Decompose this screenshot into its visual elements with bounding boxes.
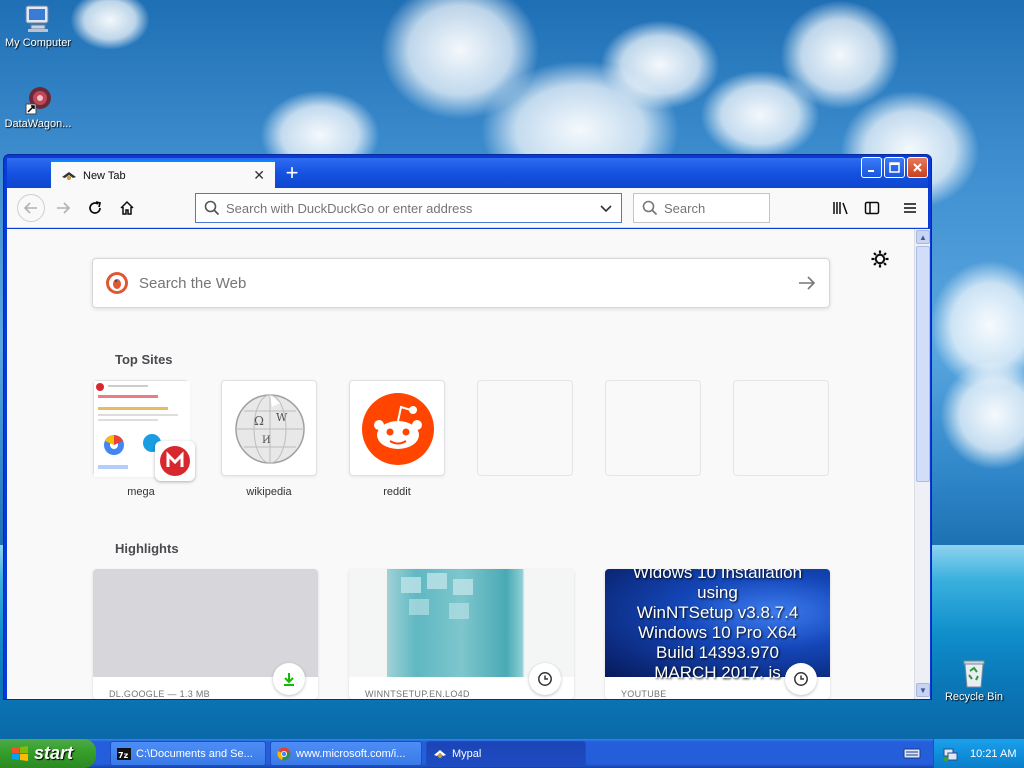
highlight-thumbnail: Widows 10 Installation using WinNTSetup …: [605, 569, 830, 682]
chrome-icon: [277, 747, 291, 761]
taskbar: start 7z C:\Documents and Se... www.micr…: [0, 739, 1024, 768]
network-icon[interactable]: [942, 746, 958, 762]
sidebar-toggle-button[interactable]: [858, 194, 886, 222]
minimize-button[interactable]: [861, 157, 882, 178]
mega-logo-icon: [155, 441, 195, 481]
desktop-icon-label: DataWagon...: [4, 118, 72, 130]
scroll-thumb[interactable]: [916, 246, 930, 482]
highlights-heading: Highlights: [115, 541, 179, 556]
mypal-icon: [433, 747, 447, 761]
chevron-down-icon[interactable]: [599, 201, 613, 215]
highlight-source: YOUTUBE: [621, 689, 667, 699]
keyboard-icon[interactable]: [903, 745, 921, 761]
browser-window: New Tab ✕ + Search with DuckDuckGo or en…: [3, 154, 932, 700]
svg-text:W: W: [276, 411, 288, 424]
web-search-box[interactable]: [92, 258, 830, 308]
taskbar-item-label: C:\Documents and Se...: [136, 747, 253, 760]
maximize-button[interactable]: [884, 157, 905, 178]
forward-button[interactable]: [49, 194, 77, 222]
address-input[interactable]: [226, 200, 599, 216]
search-icon: [204, 200, 220, 216]
close-window-button[interactable]: [907, 157, 928, 178]
taskbar-item-chrome[interactable]: www.microsoft.com/i...: [270, 741, 422, 766]
top-sites-heading: Top Sites: [115, 352, 173, 367]
tab-new-tab[interactable]: New Tab ✕: [51, 160, 275, 189]
back-button[interactable]: [17, 194, 45, 222]
datawagon-shortcut-icon: [22, 84, 54, 116]
top-site-label: reddit: [383, 486, 411, 498]
hamburger-menu-button[interactable]: [896, 194, 924, 222]
clock-icon: [529, 663, 561, 695]
search-icon: [642, 200, 658, 216]
desktop-icon-datawagon[interactable]: DataWagon...: [0, 84, 76, 130]
desktop-icon-label: Recycle Bin: [944, 691, 1004, 703]
wikipedia-globe-icon: Ω W И: [235, 394, 305, 464]
highlight-card-youtube[interactable]: Widows 10 Installation using WinNTSetup …: [605, 569, 830, 699]
highlight-card-winntsetup[interactable]: WINNTSETUP.EN.LO4D: [349, 569, 574, 699]
taskbar-item-mypal[interactable]: Mypal: [426, 741, 586, 766]
clock-icon: [785, 663, 817, 695]
computer-icon: [22, 3, 54, 35]
desktop-icon-recycle-bin[interactable]: Recycle Bin: [936, 657, 1012, 703]
taskbar-item-label: www.microsoft.com/i...: [296, 747, 406, 760]
vertical-scrollbar[interactable]: ▲ ▼: [914, 229, 930, 699]
search-input[interactable]: [664, 200, 840, 216]
top-site-empty-slot[interactable]: [733, 380, 829, 476]
top-site-empty-slot[interactable]: [605, 380, 701, 476]
taskbar-item-label: Mypal: [452, 747, 482, 760]
7zip-icon: 7z: [117, 747, 131, 761]
new-tab-button[interactable]: +: [279, 162, 305, 186]
highlight-source: WINNTSETUP.EN.LO4D: [365, 689, 470, 699]
start-label: start: [34, 743, 74, 763]
mypal-favicon-icon: [61, 168, 77, 184]
address-bar[interactable]: [195, 193, 622, 223]
svg-text:И: И: [262, 435, 271, 446]
desktop-icon-label: My Computer: [4, 37, 72, 49]
clock[interactable]: 10:21 AM: [970, 748, 1016, 760]
highlight-source: DL.GOOGLE — 1.3 MB: [109, 689, 210, 699]
gear-icon[interactable]: [870, 249, 890, 269]
top-site-label: wikipedia: [246, 486, 292, 498]
svg-text:Ω: Ω: [254, 414, 264, 428]
windows-logo-icon: [10, 744, 30, 764]
download-icon: [273, 663, 305, 695]
start-button[interactable]: start: [0, 739, 96, 768]
duckduckgo-logo-icon: [105, 271, 129, 295]
desktop-icon-my-computer[interactable]: My Computer: [0, 3, 76, 49]
new-tab-page: Top Sites mega: [7, 229, 915, 699]
recycle-bin-icon: [958, 657, 990, 689]
svg-text:7z: 7z: [118, 751, 129, 760]
reload-button[interactable]: [81, 194, 109, 222]
reddit-logo-icon: [362, 393, 434, 465]
tab-strip: New Tab ✕ +: [7, 158, 928, 189]
taskbar-item-explorer[interactable]: 7z C:\Documents and Se...: [110, 741, 266, 766]
web-search-input[interactable]: [139, 274, 797, 292]
system-tray: 10:21 AM: [933, 739, 1024, 768]
top-site-label: mega: [127, 486, 155, 498]
top-site-empty-slot[interactable]: [477, 380, 573, 476]
arrow-right-icon[interactable]: [797, 273, 817, 293]
navigation-toolbar: [7, 188, 928, 228]
scroll-up-icon[interactable]: ▲: [916, 230, 930, 244]
scroll-down-icon[interactable]: ▼: [916, 683, 930, 697]
highlight-thumbnail: [349, 569, 574, 677]
top-site-wikipedia[interactable]: Ω W И: [221, 380, 317, 476]
tab-close-icon[interactable]: ✕: [253, 167, 265, 184]
highlight-thumbnail: [93, 569, 318, 677]
top-site-reddit[interactable]: [349, 380, 445, 476]
library-button[interactable]: [827, 194, 855, 222]
tab-title: New Tab: [83, 169, 126, 182]
highlight-card-dl-google[interactable]: DL.GOOGLE — 1.3 MB: [93, 569, 318, 699]
search-bar[interactable]: [633, 193, 840, 223]
home-button[interactable]: [113, 194, 141, 222]
